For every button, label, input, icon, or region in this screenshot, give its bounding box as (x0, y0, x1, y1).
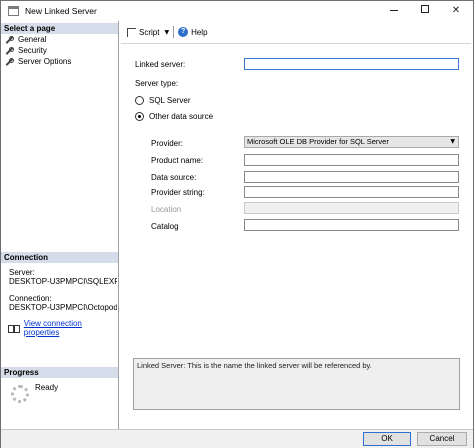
page-item-server-options[interactable]: Server Options (5, 57, 71, 67)
page-item-security[interactable]: Security (5, 46, 47, 56)
dialog-button-bar: OK Cancel (1, 429, 473, 448)
location-input (244, 202, 459, 214)
script-dropdown-arrow[interactable]: ▼ (164, 29, 169, 36)
ok-button[interactable]: OK (363, 432, 411, 446)
connection-label: Connection: (9, 294, 52, 303)
provider-label: Provider: (151, 139, 184, 148)
location-label: Location (151, 205, 182, 214)
progress-status: Ready (35, 383, 59, 392)
linked-server-input[interactable] (244, 58, 459, 70)
cancel-button[interactable]: Cancel (417, 432, 467, 446)
radio-other-data-source[interactable]: Other data source (135, 112, 213, 121)
page-item-label: Security (18, 46, 47, 55)
radio-sql-server-label: SQL Server (149, 96, 191, 105)
script-icon (126, 27, 136, 37)
title-bar: New Linked Server ✕ (1, 1, 473, 21)
provider-select[interactable]: Microsoft OLE DB Provider for SQL Server… (244, 136, 459, 148)
minimize-button[interactable] (377, 1, 411, 21)
server-label: Server: (9, 268, 35, 277)
left-pane: Select a page General Security Server Op… (1, 21, 119, 429)
linked-server-label: Linked server: (135, 60, 186, 69)
wrench-icon (5, 57, 14, 67)
connection-header: Connection (1, 252, 118, 263)
description-panel: Linked Server: This is the name the link… (133, 358, 460, 410)
provider-string-input[interactable] (244, 186, 459, 198)
radio-other-data-source-label: Other data source (149, 112, 214, 121)
connection-properties-icon (7, 323, 21, 333)
help-icon: ? (178, 27, 189, 37)
catalog-input[interactable] (244, 219, 459, 231)
provider-select-value: Microsoft OLE DB Provider for SQL Server (247, 137, 389, 146)
data-source-label: Data source: (151, 173, 197, 182)
minimize-icon (390, 9, 398, 11)
select-page-header: Select a page (1, 23, 118, 34)
maximize-icon (421, 5, 429, 13)
radio-sql-server[interactable]: SQL Server (135, 96, 191, 105)
wrench-icon (5, 35, 14, 45)
page-item-label: Server Options (18, 57, 72, 66)
catalog-label: Catalog (151, 222, 179, 231)
server-value: DESKTOP-U3PMPCI\SQLEXPRE (9, 277, 117, 286)
page-item-general[interactable]: General (5, 35, 46, 45)
toolbar-divider (121, 43, 471, 44)
progress-header: Progress (1, 367, 118, 378)
script-button[interactable]: Script (139, 28, 159, 37)
radio-other-data-source-circle[interactable] (135, 112, 144, 121)
view-connection-row: View connection properties (7, 319, 118, 337)
page-item-label: General (18, 35, 47, 44)
toolbar: Script ▼ ? Help (121, 24, 208, 40)
help-button[interactable]: Help (191, 28, 207, 37)
close-button[interactable]: ✕ (439, 1, 473, 21)
data-source-input[interactable] (244, 171, 459, 183)
radio-sql-server-circle[interactable] (135, 96, 144, 105)
chevron-down-icon: ▼ (450, 138, 455, 145)
window-title: New Linked Server (25, 6, 97, 16)
toolbar-separator (173, 26, 175, 38)
provider-string-label: Provider string: (151, 188, 205, 197)
maximize-button[interactable] (408, 1, 442, 21)
wrench-icon (5, 46, 14, 56)
product-name-input[interactable] (244, 154, 459, 166)
window-app-icon (8, 6, 19, 16)
view-connection-properties-link[interactable]: View connection properties (24, 319, 118, 337)
close-icon: ✕ (451, 5, 461, 16)
server-type-label: Server type: (135, 79, 179, 88)
product-name-label: Product name: (151, 156, 204, 165)
new-linked-server-window: New Linked Server ✕ Select a page Genera… (0, 0, 474, 448)
progress-spinner-icon (11, 385, 29, 403)
connection-value: DESKTOP-U3PMPCI\Octopod (9, 303, 117, 312)
